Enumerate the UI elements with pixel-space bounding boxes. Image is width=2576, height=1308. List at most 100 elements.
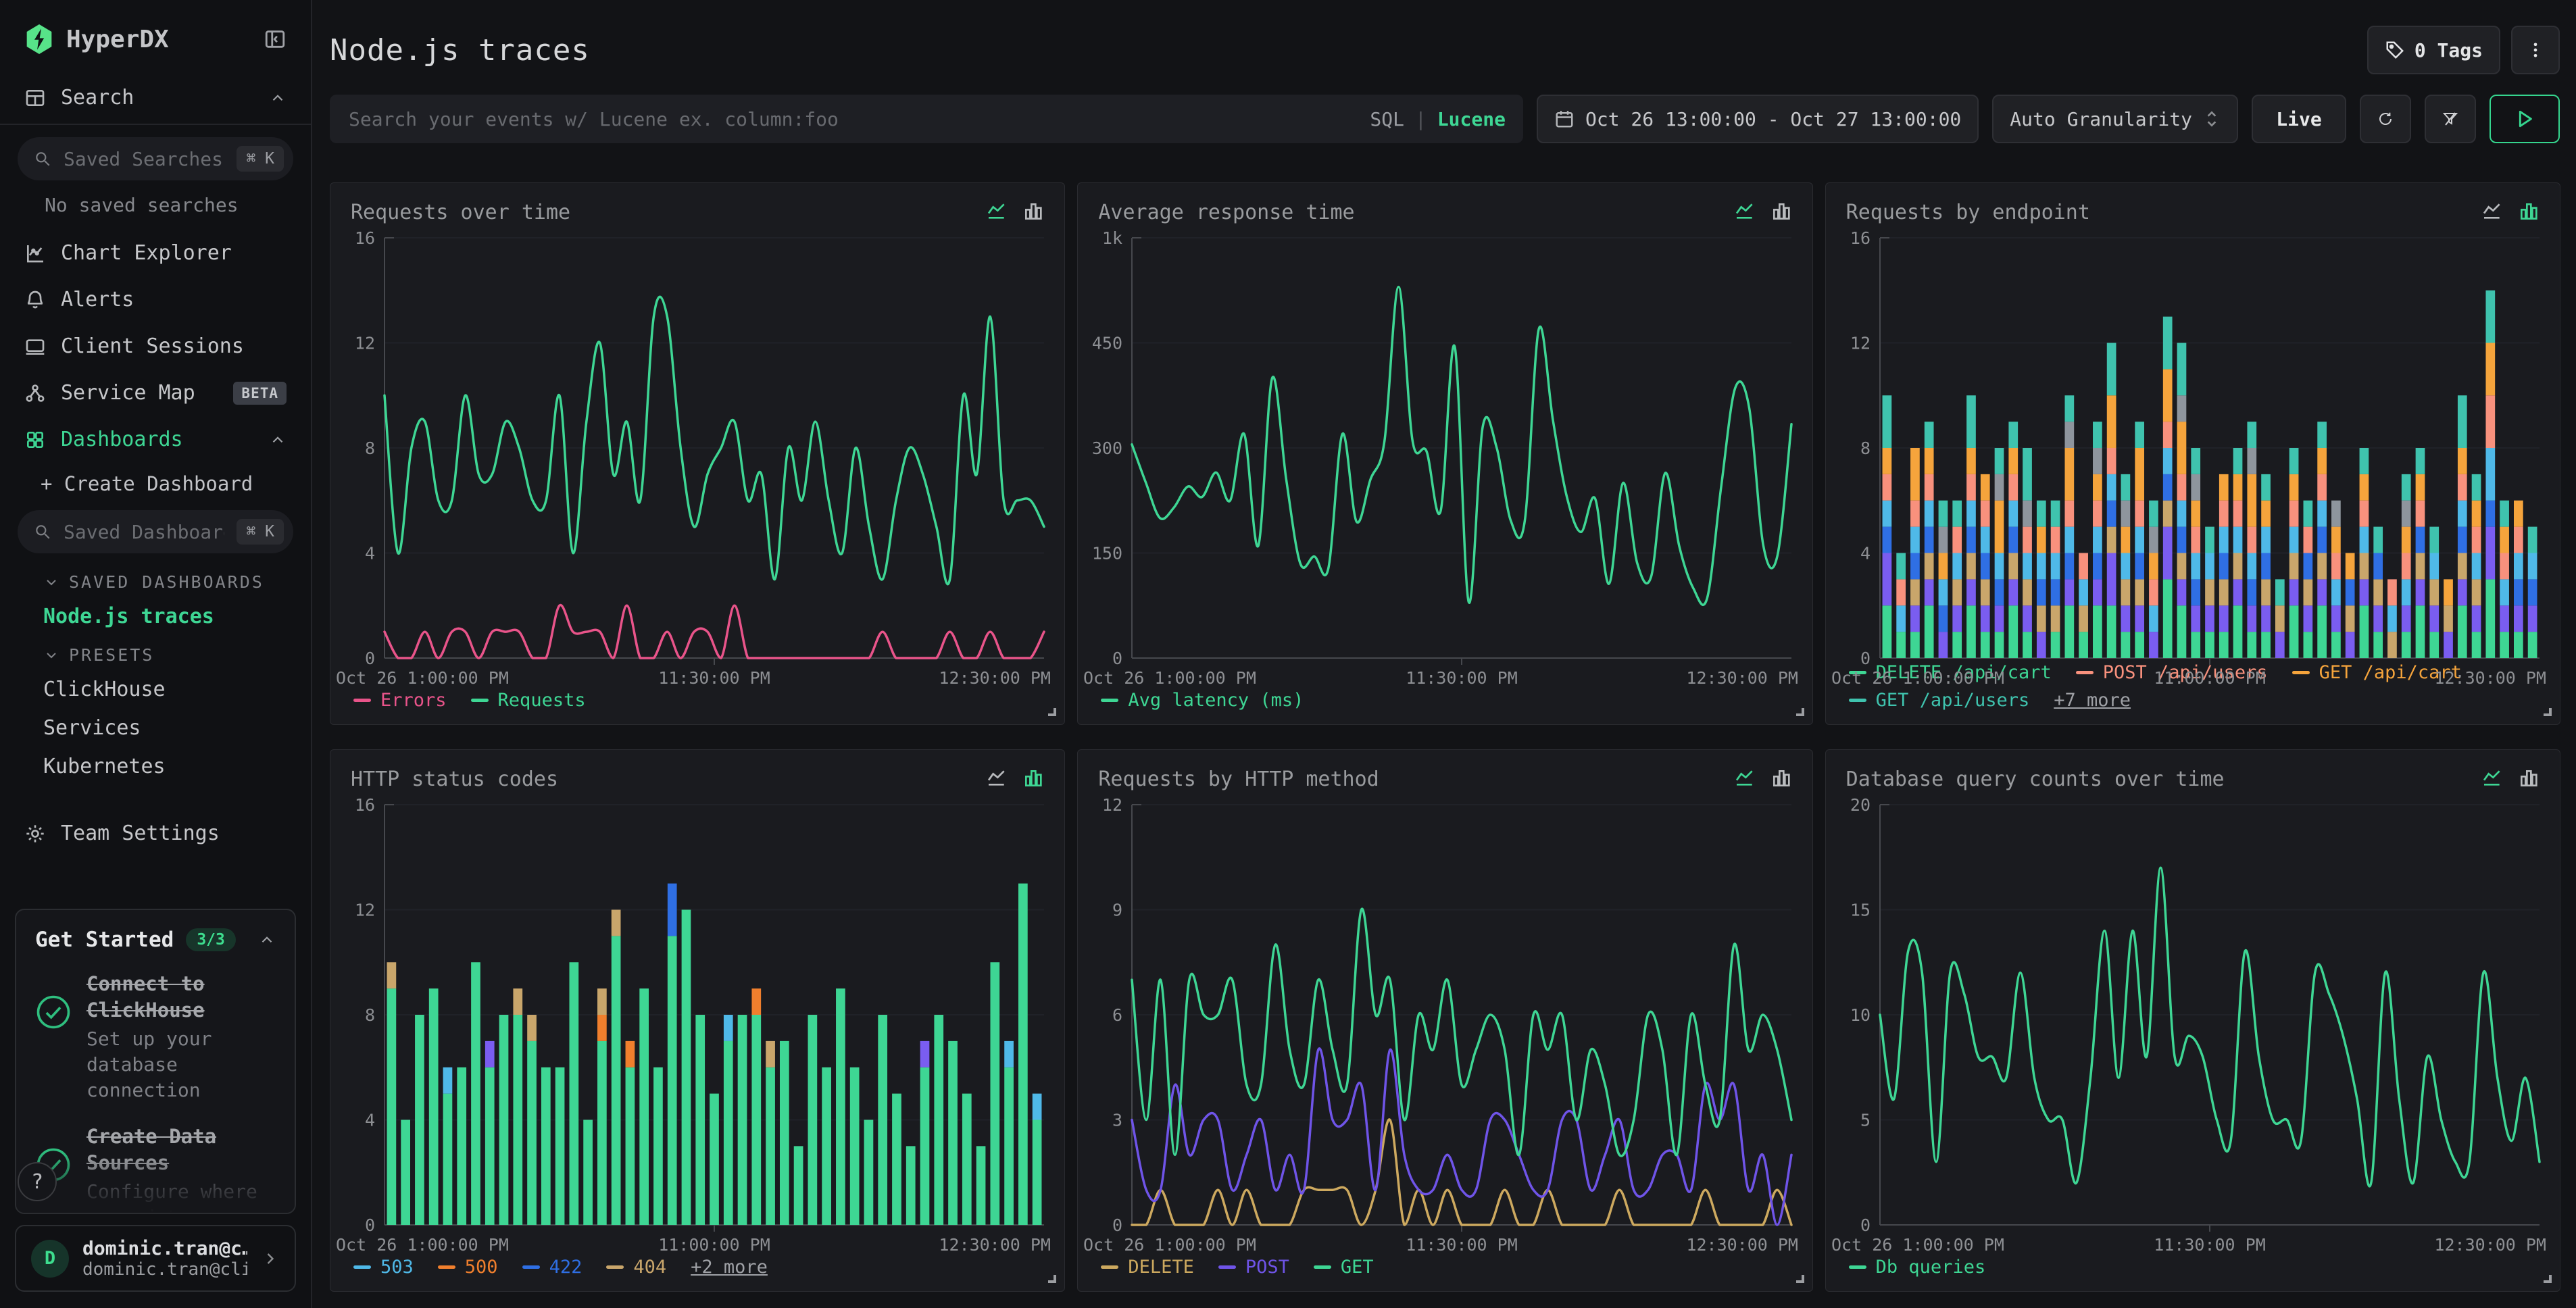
line-chart-toggle-icon[interactable] bbox=[1734, 768, 1756, 789]
panel-requests-by-endpoint: Requests by endpoint 0481216Oct 26 1:00:… bbox=[1825, 182, 2560, 725]
legend-label: 422 bbox=[549, 1257, 583, 1278]
chevron-up-icon[interactable] bbox=[258, 931, 276, 949]
hyperdx-logo-icon[interactable] bbox=[24, 23, 54, 55]
bar-chart-toggle-icon[interactable] bbox=[1770, 201, 1792, 222]
line-chart-toggle-icon[interactable] bbox=[2481, 768, 2503, 789]
time-range-picker[interactable]: Oct 26 13:00:00 - Oct 27 13:00:00 bbox=[1537, 95, 1979, 143]
sidebar-item-chart-explorer[interactable]: Chart Explorer bbox=[0, 230, 311, 276]
panel-http-status-codes: HTTP status codes 0481216Oct 26 1:00:00 … bbox=[330, 749, 1065, 1292]
sidebar-item-alerts[interactable]: Alerts bbox=[0, 276, 311, 323]
section-saved-dashboards[interactable]: SAVED DASHBOARDS bbox=[0, 563, 311, 597]
bar-chart-toggle-icon[interactable] bbox=[1022, 768, 1044, 789]
chart-svg: 0481216Oct 26 1:00:00 PM11:00:00 PM12:30… bbox=[1830, 227, 2548, 692]
svg-text:11:30:00 PM: 11:30:00 PM bbox=[658, 668, 770, 688]
line-chart-toggle-icon[interactable] bbox=[1734, 201, 1756, 222]
collapse-sidebar-icon[interactable] bbox=[264, 28, 287, 51]
get-started-card: Get Started 3/3 Connect to ClickHouse Se… bbox=[15, 909, 296, 1214]
saved-dashboards-input[interactable] bbox=[62, 520, 226, 544]
legend-item[interactable]: Db queries bbox=[1849, 1257, 1986, 1278]
bar-chart-toggle-icon[interactable] bbox=[1022, 201, 1044, 222]
svg-text:12:30:00 PM: 12:30:00 PM bbox=[939, 668, 1051, 688]
sidebar-item-search[interactable]: Search bbox=[0, 74, 311, 121]
chevron-up-icon bbox=[269, 89, 287, 107]
legend-item[interactable]: 422 bbox=[522, 1257, 583, 1278]
legend-item[interactable]: 404 bbox=[606, 1257, 666, 1278]
saved-dashboards-search[interactable]: ⌘ K bbox=[18, 510, 293, 553]
line-chart-toggle-icon[interactable] bbox=[986, 768, 1008, 789]
more-menu-button[interactable] bbox=[2511, 26, 2560, 74]
bar-chart-toggle-icon[interactable] bbox=[1770, 768, 1792, 789]
chart-explorer-icon bbox=[24, 243, 46, 264]
legend-dash-icon bbox=[606, 1265, 624, 1269]
legend-more-link[interactable]: +2 more bbox=[691, 1257, 768, 1278]
sidebar-item-dashboards[interactable]: Dashboards bbox=[0, 416, 311, 463]
legend-item[interactable]: POST bbox=[1218, 1257, 1289, 1278]
section-presets[interactable]: PRESETS bbox=[0, 636, 311, 670]
svg-text:8: 8 bbox=[1860, 438, 1871, 458]
dashboard-item-nodejs-traces[interactable]: Node.js traces bbox=[0, 597, 311, 636]
get-started-item[interactable]: Create Data Sources Configure where your… bbox=[35, 1124, 276, 1214]
legend-dash-icon bbox=[438, 1265, 455, 1269]
granularity-select[interactable]: Auto Granularity bbox=[1992, 95, 2238, 143]
bar-chart-toggle-icon[interactable] bbox=[2518, 201, 2540, 222]
refresh-button[interactable] bbox=[2360, 95, 2411, 143]
legend-item[interactable]: Avg latency (ms) bbox=[1101, 690, 1304, 711]
sidebar-item-team-settings[interactable]: Team Settings bbox=[0, 810, 311, 857]
legend-item[interactable]: Errors bbox=[353, 690, 447, 711]
legend-item[interactable]: 500 bbox=[438, 1257, 498, 1278]
saved-searches-search[interactable]: ⌘ K bbox=[18, 137, 293, 180]
svg-text:6: 6 bbox=[1112, 1005, 1122, 1025]
user-menu[interactable]: D dominic.tran@c… dominic.tran@cli… bbox=[15, 1225, 296, 1292]
help-button[interactable]: ? bbox=[18, 1162, 57, 1201]
svg-text:11:30:00 PM: 11:30:00 PM bbox=[1406, 1235, 1518, 1255]
legend-item[interactable]: 503 bbox=[353, 1257, 414, 1278]
panel-average-response-time: Average response time 01503004501kOct 26… bbox=[1077, 182, 1812, 725]
app-window: HyperDX Search ⌘ K No saved searches Cha… bbox=[0, 0, 2576, 1308]
preset-item-services[interactable]: Services bbox=[0, 709, 311, 747]
legend-item[interactable]: DELETE bbox=[1101, 1257, 1194, 1278]
saved-searches-input[interactable] bbox=[62, 147, 226, 171]
legend-dash-icon bbox=[1849, 699, 1866, 702]
event-search-box[interactable]: SQL | Lucene bbox=[330, 95, 1523, 143]
resize-handle[interactable] bbox=[1793, 1272, 1807, 1286]
create-dashboard-button[interactable]: + Create Dashboard bbox=[0, 463, 311, 505]
lucene-toggle[interactable]: Lucene bbox=[1437, 108, 1506, 130]
sidebar-spacer bbox=[0, 857, 311, 909]
legend-item[interactable]: GET /api/users bbox=[1849, 690, 2030, 711]
get-started-title: Get Started bbox=[35, 928, 174, 952]
legend-item[interactable]: GET bbox=[1314, 1257, 1374, 1278]
live-button[interactable]: Live bbox=[2252, 95, 2346, 143]
legend-label: GET /api/users bbox=[1876, 690, 2030, 711]
preset-item-clickhouse[interactable]: ClickHouse bbox=[0, 670, 311, 709]
sidebar: HyperDX Search ⌘ K No saved searches Cha… bbox=[0, 0, 312, 1308]
sql-toggle[interactable]: SQL bbox=[1370, 108, 1404, 130]
filter-button[interactable] bbox=[2425, 95, 2476, 143]
resize-handle[interactable] bbox=[1045, 705, 1059, 719]
layout-icon bbox=[24, 87, 46, 109]
get-started-item[interactable]: Connect to ClickHouse Set up your databa… bbox=[35, 971, 276, 1103]
bar-chart-toggle-icon[interactable] bbox=[2518, 768, 2540, 789]
legend-more-link[interactable]: +7 more bbox=[2054, 690, 2131, 711]
get-started-progress-badge: 3/3 bbox=[186, 928, 236, 951]
sidebar-item-client-sessions[interactable]: Client Sessions bbox=[0, 323, 311, 370]
tags-button[interactable]: 0 Tags bbox=[2367, 26, 2500, 74]
sidebar-item-service-map[interactable]: Service Map BETA bbox=[0, 370, 311, 416]
resize-handle[interactable] bbox=[2541, 705, 2554, 719]
sidebar-item-label: Search bbox=[61, 86, 254, 109]
panel-title: HTTP status codes bbox=[351, 768, 558, 791]
tags-label: 0 Tags bbox=[2414, 39, 2483, 61]
resize-handle[interactable] bbox=[1045, 1272, 1059, 1286]
resize-handle[interactable] bbox=[1793, 705, 1807, 719]
panel-title: Average response time bbox=[1098, 201, 1354, 224]
legend-item[interactable]: Requests bbox=[471, 690, 586, 711]
event-search-input[interactable] bbox=[347, 107, 1370, 131]
line-chart-toggle-icon[interactable] bbox=[986, 201, 1008, 222]
resize-handle[interactable] bbox=[2541, 1272, 2554, 1286]
panel-title: Database query counts over time bbox=[1846, 768, 2225, 791]
run-query-button[interactable] bbox=[2490, 95, 2560, 143]
line-chart-toggle-icon[interactable] bbox=[2481, 201, 2503, 222]
svg-text:12:30:00 PM: 12:30:00 PM bbox=[939, 1235, 1051, 1255]
chart-canvas: 05101520Oct 26 1:00:00 PM11:30:00 PM12:3… bbox=[1830, 794, 2548, 1255]
preset-item-kubernetes[interactable]: Kubernetes bbox=[0, 747, 311, 786]
legend-label: Db queries bbox=[1876, 1257, 1986, 1278]
